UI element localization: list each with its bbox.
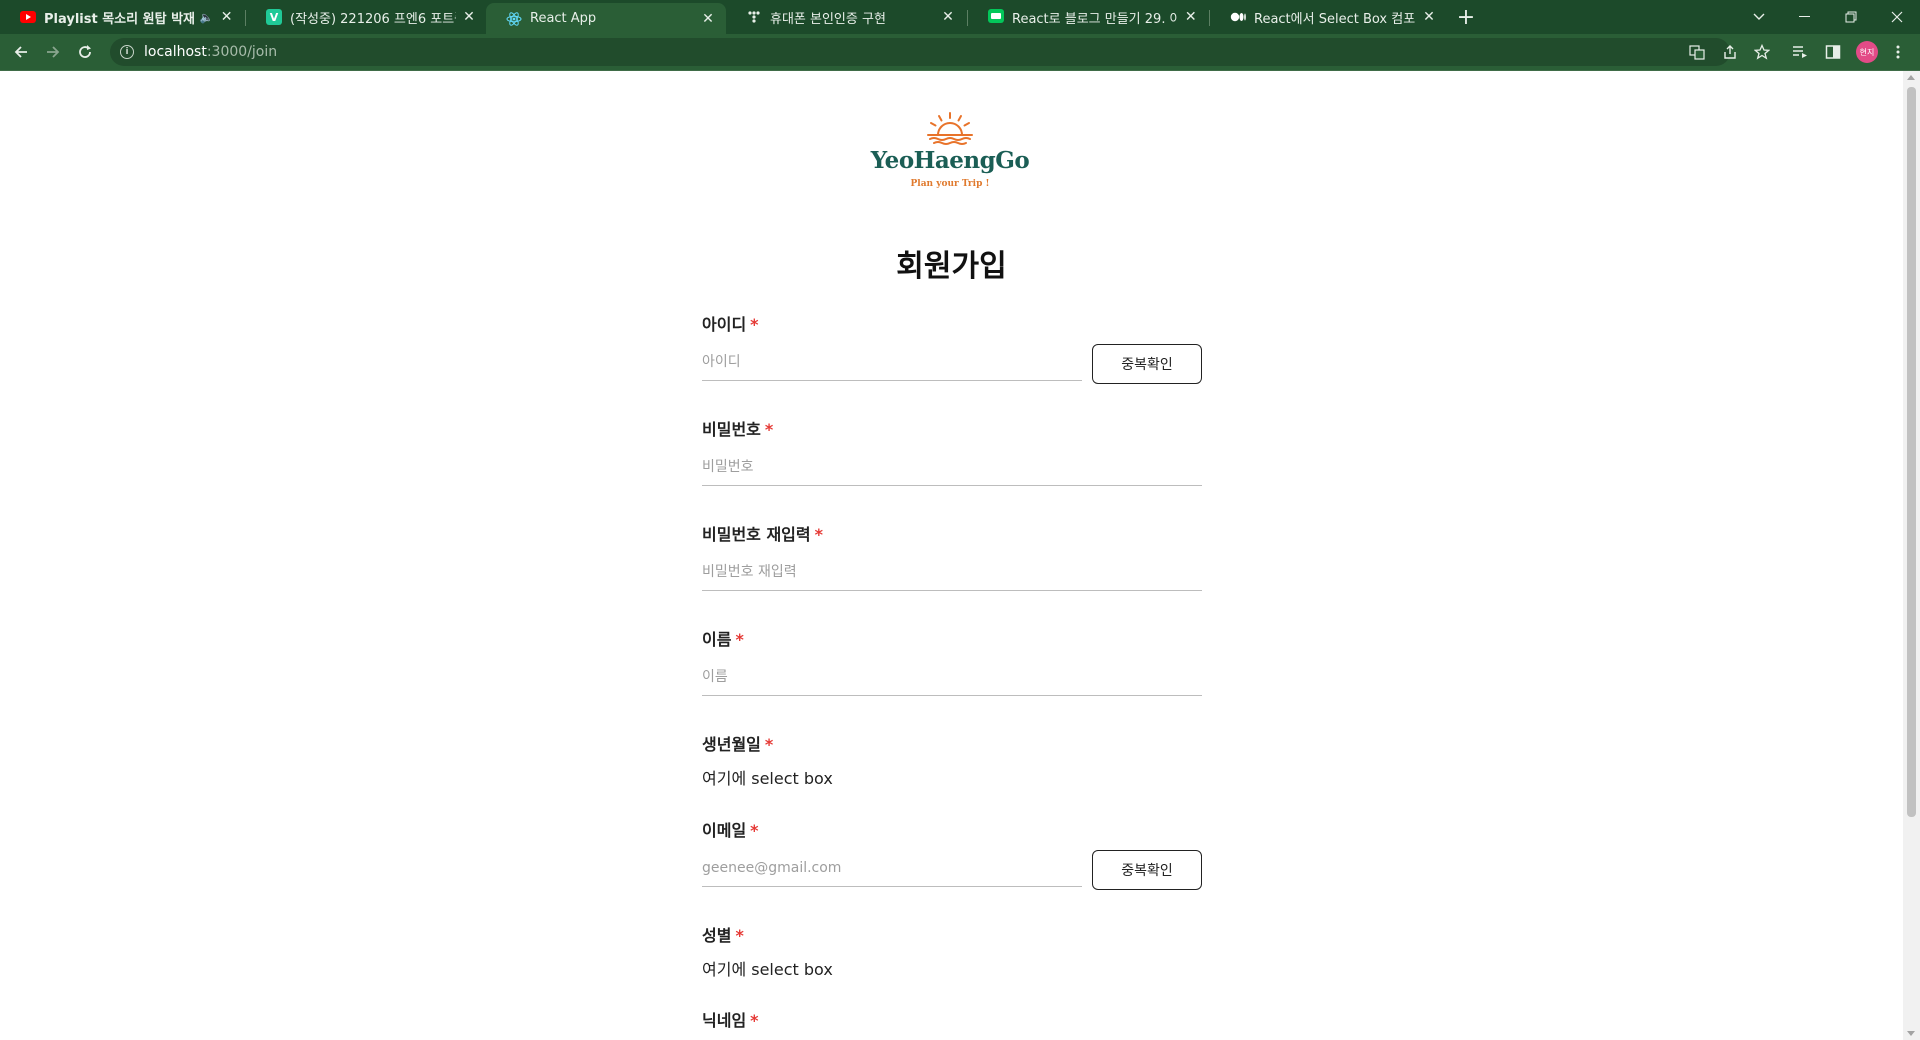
birth-label: 생년월일 * <box>702 735 774 754</box>
close-icon[interactable]: ✕ <box>940 9 956 25</box>
tab-tistory[interactable]: 휴대폰 본인인증 구현 ✕ <box>726 0 966 34</box>
id-duplicate-check-button[interactable]: 중복확인 <box>1092 344 1202 384</box>
reading-list-icon[interactable] <box>1790 42 1810 62</box>
gender-label: 성별 * <box>702 926 744 945</box>
name-label: 이름 * <box>702 630 744 649</box>
page-viewport: YeoHaengGo Plan your Trip ! 회원가입 아이디* 중복… <box>0 71 1903 1040</box>
name-input[interactable] <box>702 658 1202 695</box>
logo-brand-text: YeoHaengGo <box>870 147 1030 174</box>
birth-select-placeholder: 여기에 select box <box>702 769 833 788</box>
back-button[interactable] <box>8 39 34 65</box>
tab-medium[interactable]: React에서 Select Box 컴포넌트 ✕ <box>1210 0 1446 34</box>
tab-title: React로 블로그 만들기 29. 아이 <box>1012 11 1178 27</box>
nickname-label: 닉네임 * <box>702 1011 759 1030</box>
scroll-up-icon[interactable] <box>1907 75 1915 80</box>
medium-icon <box>1230 9 1246 25</box>
tab-search-button[interactable] <box>1736 0 1782 34</box>
tab-naver-blog[interactable]: React로 블로그 만들기 29. 아이 ✕ <box>968 0 1208 34</box>
sun-logo-icon <box>927 112 973 145</box>
url-text: localhost:3000/join <box>144 44 278 60</box>
reload-button[interactable] <box>72 39 98 65</box>
close-window-button[interactable] <box>1874 0 1920 34</box>
new-tab-button[interactable]: + <box>1453 4 1479 30</box>
tab-title: React에서 Select Box 컴포넌트 <box>1254 11 1416 27</box>
address-bar[interactable]: i localhost:3000/join <box>110 38 1730 66</box>
svg-text:V: V <box>270 11 279 24</box>
gender-select-placeholder: 여기에 select box <box>702 960 833 979</box>
forward-button[interactable] <box>40 39 66 65</box>
tab-velog[interactable]: V (작성중) 221206 프엔6 포트폴리 ✕ <box>246 0 486 34</box>
email-duplicate-check-button[interactable]: 중복확인 <box>1092 850 1202 890</box>
tab-title: 휴대폰 본인인증 구현 <box>770 11 886 27</box>
page-scrollbar[interactable] <box>1903 71 1920 1040</box>
react-icon <box>506 11 522 27</box>
scroll-down-icon[interactable] <box>1907 1031 1915 1036</box>
velog-icon: V <box>266 9 282 25</box>
logo-tagline: Plan your Trip ! <box>910 179 990 189</box>
speaker-icon[interactable]: 🔈 <box>200 11 214 24</box>
restore-button[interactable] <box>1828 0 1874 34</box>
id-field <box>702 343 1082 381</box>
close-icon[interactable]: ✕ <box>462 9 476 25</box>
email-field <box>702 849 1082 887</box>
bookmark-star-icon[interactable] <box>1752 42 1772 62</box>
tab-title: Playlist 목소리 원탑 박재정 <box>44 11 194 27</box>
site-info-icon[interactable]: i <box>120 45 134 59</box>
scrollbar-thumb[interactable] <box>1907 87 1916 817</box>
profile-avatar[interactable]: 현지 <box>1856 41 1878 63</box>
tab-react-app[interactable]: React App ✕ <box>486 3 726 34</box>
tab-strip: Playlist 목소리 원탑 박재정 🔈 ✕ V (작성중) 221206 프… <box>0 0 1920 34</box>
email-input[interactable] <box>702 849 1082 886</box>
side-panel-icon[interactable] <box>1823 42 1843 62</box>
password-input[interactable] <box>702 448 1202 485</box>
naver-blog-icon <box>988 9 1004 25</box>
id-input[interactable] <box>702 343 1082 380</box>
translate-icon[interactable] <box>1687 42 1707 62</box>
tab-youtube[interactable]: Playlist 목소리 원탑 박재정 🔈 ✕ <box>0 0 244 34</box>
close-icon[interactable]: ✕ <box>1422 9 1436 25</box>
password-field <box>702 448 1202 486</box>
more-menu-icon[interactable] <box>1888 42 1908 62</box>
password-confirm-input[interactable] <box>702 553 1202 590</box>
close-icon[interactable]: ✕ <box>1183 9 1198 25</box>
email-label: 이메일 * <box>702 821 759 840</box>
tab-title: React App <box>530 11 597 26</box>
password-label: 비밀번호 * <box>702 420 774 439</box>
youtube-icon <box>20 9 36 25</box>
share-icon[interactable] <box>1720 42 1740 62</box>
id-label: 아이디 * <box>702 315 759 334</box>
name-field <box>702 658 1202 696</box>
tistory-icon <box>746 9 762 25</box>
page-title: 회원가입 <box>896 249 1007 284</box>
password-confirm-label: 비밀번호 재입력 * <box>702 525 823 544</box>
close-icon[interactable]: ✕ <box>700 11 716 27</box>
close-icon[interactable]: ✕ <box>219 9 234 25</box>
site-logo[interactable]: YeoHaengGo Plan your Trip ! <box>870 111 1030 191</box>
browser-toolbar: i localhost:3000/join 현지 <box>0 34 1920 70</box>
minimize-button[interactable] <box>1782 0 1828 34</box>
password-confirm-field <box>702 553 1202 591</box>
tab-title: (작성중) 221206 프엔6 포트폴리 <box>290 11 456 27</box>
